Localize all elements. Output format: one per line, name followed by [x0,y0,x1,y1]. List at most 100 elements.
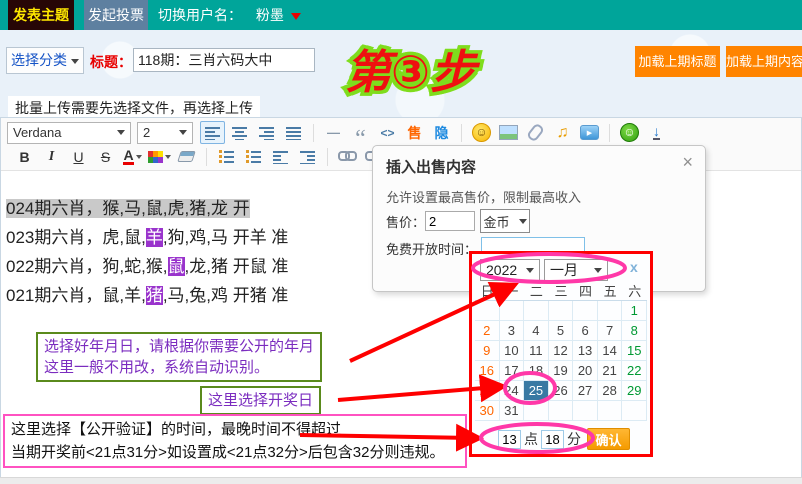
calendar-day-cell[interactable]: 31 [500,401,525,421]
strikethrough-icon[interactable]: S [93,145,118,168]
calendar-day-cell[interactable]: 6 [573,321,598,341]
calendar-day-cell[interactable]: 28 [598,381,623,401]
download-icon[interactable]: ↓ [644,121,669,144]
ordered-list-icon[interactable] [214,145,239,168]
calendar-grid: 日一二三四五六123456789101112131415161718192021… [475,284,647,421]
calendar-day-cell[interactable]: 25 [524,381,549,401]
calendar-day-cell[interactable]: 29 [622,381,647,401]
editor-line[interactable]: 021期六肖，鼠,羊,猪,马,兔,鸡 开猪 准 [6,281,288,310]
editor-content[interactable]: 024期六肖，猴,马,鼠,虎,猪,龙 开023期六肖，虎,鼠,羊,狗,鸡,马 开… [6,194,288,310]
calendar-day-cell[interactable]: 23 [475,381,500,401]
calendar-day-cell[interactable]: 2 [475,321,500,341]
calendar-day-cell[interactable]: 11 [524,341,549,361]
calendar-day-cell[interactable]: 1 [622,301,647,321]
calendar-empty-cell [598,301,623,321]
month-select[interactable]: 一月 [544,259,608,281]
currency-value: 金币 [484,212,510,231]
fill-color-icon[interactable] [147,145,172,168]
tab-start-vote[interactable]: 发起投票 [84,0,148,30]
calendar-day-cell[interactable]: 18 [524,361,549,381]
annotation-line: 这里一般不用改，系统自动识别。 [44,357,314,378]
calendar-day-cell[interactable]: 10 [500,341,525,361]
calendar-day-cell[interactable]: 14 [598,341,623,361]
chevron-down-icon [526,268,534,273]
align-center-icon[interactable] [227,121,252,144]
date-picker: 2022 一月 x 日一二三四五六12345678910111213141516… [469,251,653,457]
custom-emoticon-icon[interactable]: ☺ [617,121,642,144]
calendar-day-cell[interactable]: 22 [622,361,647,381]
calendar-day-cell[interactable]: 13 [573,341,598,361]
calendar-empty-cell [622,401,647,421]
load-previous-content-button[interactable]: 加载上期内容 [726,46,802,77]
title-input[interactable] [133,48,315,72]
align-justify-icon[interactable] [281,121,306,144]
current-username[interactable]: 粉墨 [256,7,284,23]
code-icon[interactable]: <> [375,121,400,144]
dialog-title: 插入出售内容 [386,156,476,177]
remove-format-icon[interactable] [174,145,199,168]
calendar-day-cell[interactable]: 30 [475,401,500,421]
calendar-day-cell[interactable]: 7 [598,321,623,341]
load-previous-title-button[interactable]: 加载上期标题 [635,46,720,77]
calendar-empty-cell [524,301,549,321]
link-icon[interactable] [335,145,360,168]
video-icon[interactable]: ▶ [577,121,602,144]
year-select[interactable]: 2022 [480,259,540,281]
calendar-day-cell[interactable]: 26 [549,381,574,401]
calendar-day-cell[interactable]: 21 [598,361,623,381]
underline-icon[interactable]: U [66,145,91,168]
tab-publish-topic[interactable]: 发表主题 [8,0,74,30]
calendar-empty-cell [549,301,574,321]
align-right-icon[interactable] [254,121,279,144]
image-icon[interactable] [496,121,521,144]
font-family-select[interactable]: Verdana [7,122,131,144]
align-left-icon[interactable] [200,121,225,144]
sell-content-icon[interactable]: 售 [402,121,427,144]
currency-select[interactable]: 金币 [480,209,530,233]
calendar-day-cell[interactable]: 8 [622,321,647,341]
title-label: 标题： [90,52,132,72]
dialog-close-icon[interactable]: × [682,152,693,173]
outdent-icon[interactable] [268,145,293,168]
calendar-day-cell[interactable]: 16 [475,361,500,381]
price-label: 售价： [386,212,425,231]
blockquote-icon[interactable]: “ [348,121,373,144]
calendar-day-cell[interactable]: 5 [549,321,574,341]
calendar-day-cell[interactable]: 24 [500,381,525,401]
calendar-day-cell[interactable]: 3 [500,321,525,341]
italic-icon[interactable]: I [39,145,64,168]
indent-icon[interactable] [295,145,320,168]
calendar-day-cell[interactable]: 19 [549,361,574,381]
price-input[interactable] [425,211,475,231]
calendar-day-cell[interactable]: 15 [622,341,647,361]
font-color-icon[interactable]: A [120,145,145,168]
music-icon[interactable]: ♫ [550,121,575,144]
hidden-content-icon[interactable]: 隐 [429,121,454,144]
annotation-line: 选择好年月日，请根据你需要公开的年月 [44,336,314,357]
attachment-icon[interactable] [523,121,548,144]
calendar-day-cell[interactable]: 4 [524,321,549,341]
editor-line[interactable]: 024期六肖，猴,马,鼠,虎,猪,龙 开 [6,194,288,223]
editor-line[interactable]: 023期六肖，虎,鼠,羊,狗,鸡,马 开羊 准 [6,223,288,252]
hour-input[interactable] [498,430,521,449]
calendar-close-icon[interactable]: x [630,259,638,275]
editor-line[interactable]: 022期六肖，狗,蛇,猴,鼠,龙,猪 开鼠 准 [6,252,288,281]
calendar-day-cell[interactable]: 17 [500,361,525,381]
font-size-select[interactable]: 2 [137,122,193,144]
emoticon-icon[interactable]: ☺ [469,121,494,144]
calendar-day-cell[interactable]: 27 [573,381,598,401]
minute-input[interactable] [541,430,564,449]
bold-icon[interactable]: B [12,145,37,168]
unordered-list-icon[interactable] [241,145,266,168]
confirm-button[interactable]: 确认 [587,428,630,450]
calendar-day-cell[interactable]: 12 [549,341,574,361]
annotation-pick-draw-day: 这里选择开奖日 [200,386,321,415]
calendar-day-cell[interactable]: 9 [475,341,500,361]
calendar-day-cell[interactable]: 20 [573,361,598,381]
category-select[interactable]: 选择分类 [6,47,84,74]
username-dropdown-icon[interactable] [291,13,301,20]
annotation-line: 这里选择【公开验证】的时间，最晚时间不得超过 [11,418,459,441]
chevron-down-icon [594,268,602,273]
font-size-value: 2 [143,125,150,140]
horizontal-rule-icon[interactable]: — [321,121,346,144]
